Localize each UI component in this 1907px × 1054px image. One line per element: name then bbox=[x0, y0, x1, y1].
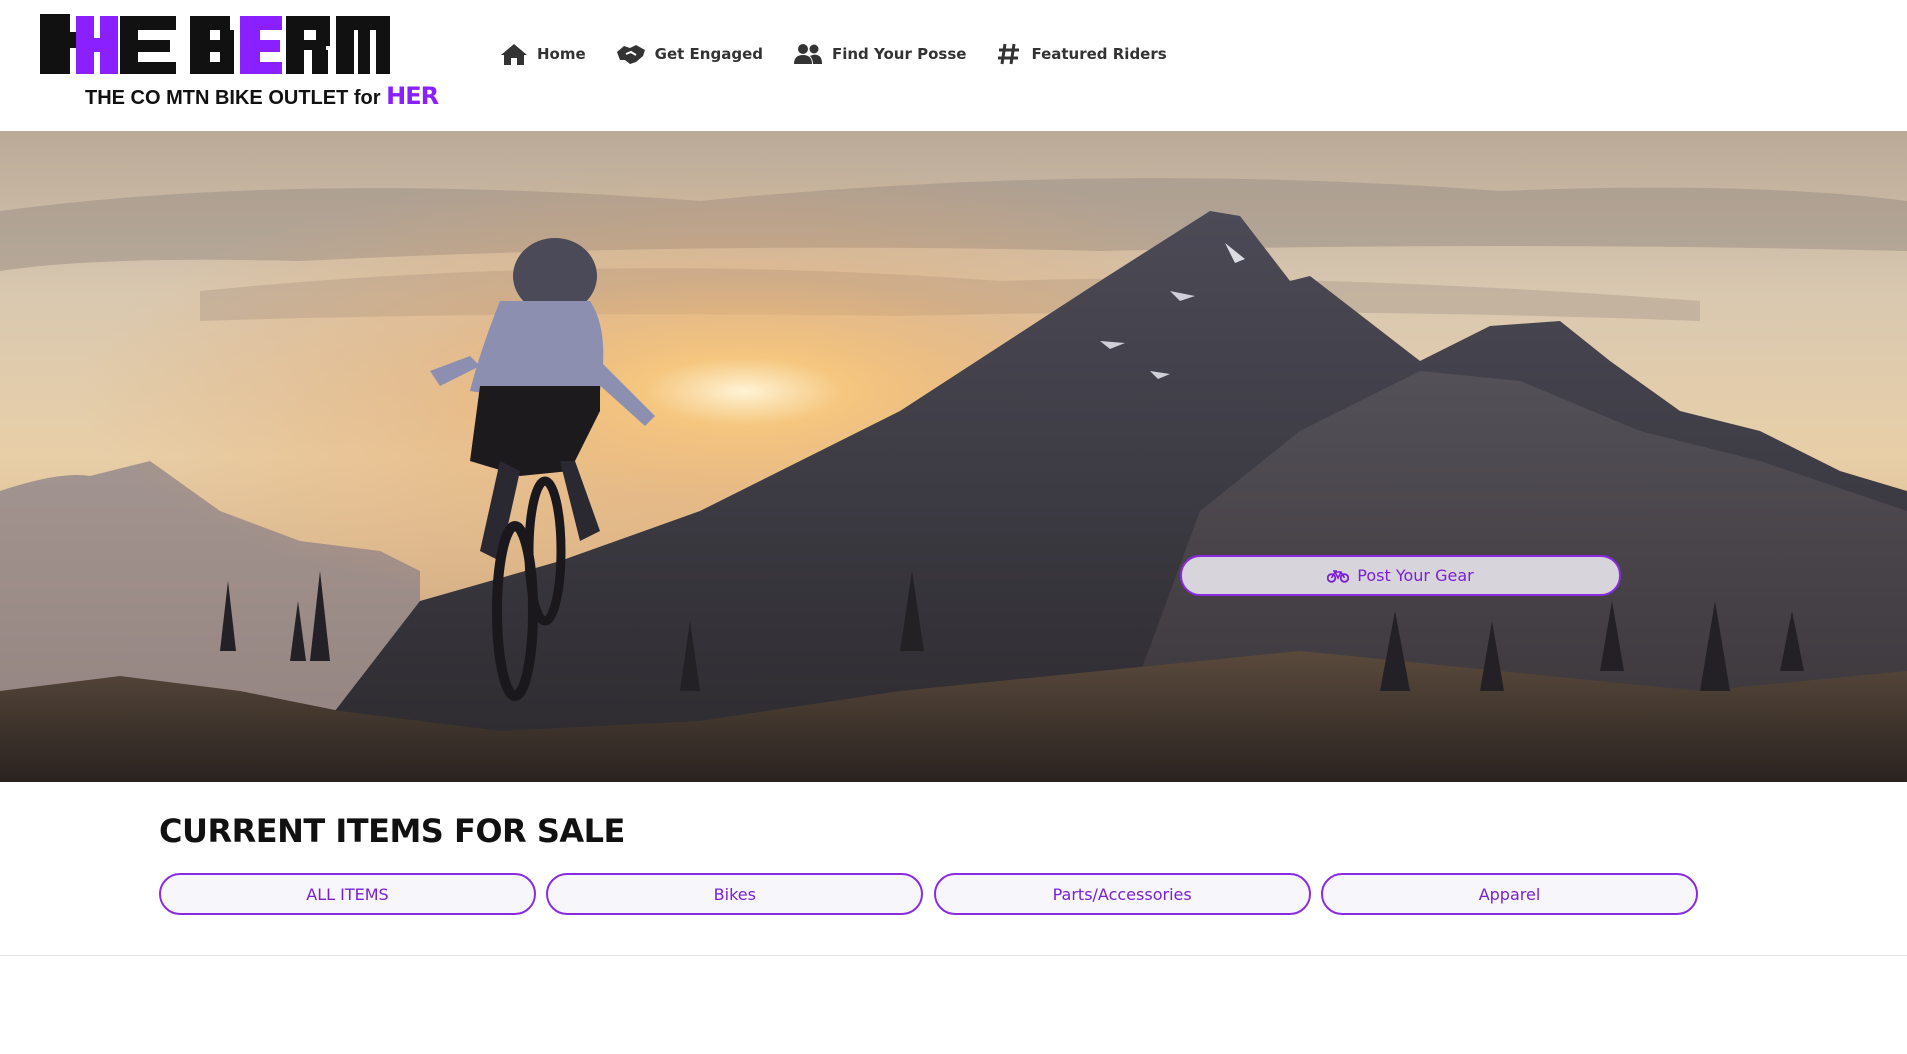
site-logo[interactable]: THE CO MTN BIKE OUTLET for HER bbox=[40, 4, 450, 110]
nav-item-find-your-posse[interactable]: Find Your Posse bbox=[793, 36, 966, 72]
filter-parts-accessories-button[interactable]: Parts/Accessories bbox=[933, 873, 1311, 915]
nav-item-featured-riders[interactable]: Featured Riders bbox=[996, 36, 1167, 72]
bicycle-icon bbox=[1327, 569, 1350, 583]
site-header: THE CO MTN BIKE OUTLET for HER Home Get … bbox=[0, 0, 1907, 131]
post-your-gear-label: Post Your Gear bbox=[1357, 566, 1474, 585]
users-icon bbox=[793, 44, 822, 64]
nav-item-get-engaged[interactable]: Get Engaged bbox=[616, 36, 763, 72]
items-section-title: CURRENT ITEMS FOR SALE bbox=[159, 812, 625, 850]
logo-wordmark bbox=[40, 4, 390, 78]
handshake-icon bbox=[616, 45, 645, 64]
nav-item-label: Get Engaged bbox=[654, 45, 763, 63]
filter-bikes-button[interactable]: Bikes bbox=[546, 873, 924, 915]
post-your-gear-button[interactable]: Post Your Gear bbox=[1180, 555, 1621, 596]
logo-tagline-accent: HER bbox=[386, 82, 439, 110]
hero-image bbox=[0, 131, 1907, 782]
hero-banner: Post Your Gear bbox=[0, 131, 1907, 782]
home-icon bbox=[501, 44, 527, 65]
main-nav: Home Get Engaged Find Your Posse Feature… bbox=[500, 36, 1197, 72]
section-divider bbox=[0, 955, 1907, 956]
logo-tagline-text: THE CO MTN BIKE OUTLET for bbox=[85, 87, 381, 109]
nav-item-home[interactable]: Home bbox=[500, 36, 586, 72]
logo-wordmark-graphic bbox=[40, 14, 390, 74]
nav-item-label: Featured Riders bbox=[1031, 45, 1167, 63]
nav-item-label: Find Your Posse bbox=[831, 45, 967, 63]
hashtag-icon bbox=[998, 43, 1020, 65]
item-filter-bar: ALL ITEMS Bikes Parts/Accessories Appare… bbox=[159, 873, 1698, 915]
logo-tagline: THE CO MTN BIKE OUTLET for HER bbox=[85, 82, 439, 110]
filter-apparel-button[interactable]: Apparel bbox=[1320, 873, 1698, 915]
nav-item-label: Home bbox=[537, 45, 586, 63]
filter-all-items-button[interactable]: ALL ITEMS bbox=[159, 873, 536, 915]
